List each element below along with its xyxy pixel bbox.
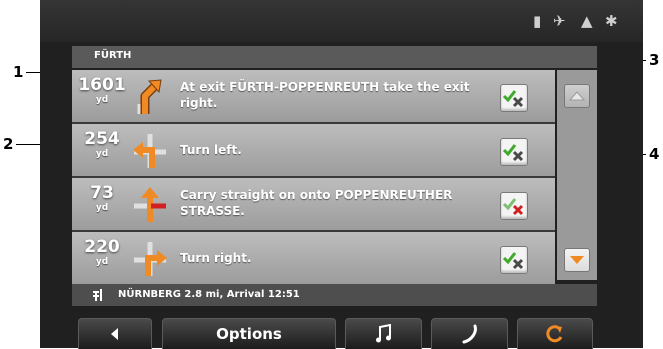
route-list-item[interactable]: 73 yd Carry straight on onto POPPENREUTH… (72, 178, 555, 232)
phone-icon (462, 324, 477, 344)
distance-unit: yd (95, 95, 109, 105)
music-button[interactable] (345, 318, 422, 349)
distance-value: 73 (90, 183, 114, 203)
maneuver-instruction: At exit FÜRTH-POPPENREUTH take the exit … (180, 80, 470, 110)
toggle-maneuver-button[interactable] (500, 246, 528, 274)
distance: 254 yd (72, 130, 132, 160)
navigation-screen: ▮ ✈ ▲ ✱ FÜRTH 1601 yd At exit FÜRTH-POPP… (40, 0, 643, 349)
straight-arrow-icon (134, 187, 166, 222)
header-city: FÜRTH (94, 50, 132, 61)
distance-value: 220 (84, 237, 120, 257)
scroll-up-button[interactable] (564, 84, 590, 108)
distance: 73 yd (72, 184, 132, 214)
callout-1: 1 (13, 63, 24, 81)
toggle-maneuver-button[interactable] (500, 84, 528, 112)
scroll-down-button[interactable] (564, 248, 590, 272)
turn-right-arrow-icon (134, 242, 167, 276)
destination-bar: NÜRNBERG 2.8 mi, Arrival 12:51 (72, 284, 597, 306)
exit-right-arrow-icon (137, 79, 162, 114)
chevron-up-icon (568, 91, 586, 101)
check-cross-icon (502, 90, 524, 108)
distance-unit: yd (95, 203, 109, 213)
check-cross-icon (502, 252, 524, 270)
phone-button[interactable] (431, 318, 508, 349)
options-button[interactable]: Options (162, 318, 336, 349)
scrollbar[interactable] (557, 70, 597, 280)
maneuver-instruction: Turn right. (180, 251, 252, 265)
distance: 1601 yd (72, 76, 132, 106)
check-cross-icon (502, 144, 524, 162)
distance-value: 1601 (78, 75, 126, 95)
route-list-item[interactable]: 220 yd Turn right. (72, 232, 555, 286)
toggle-maneuver-button[interactable] (500, 138, 528, 166)
distance-value: 254 (84, 129, 120, 149)
route-header: FÜRTH (72, 46, 597, 68)
chevron-down-icon (570, 256, 584, 264)
distance-unit: yd (95, 149, 109, 159)
distance: 220 yd (72, 238, 132, 268)
gps-icon: ✱ (605, 12, 618, 30)
destination-flag-icon (93, 289, 102, 301)
battery-icon: ▮ (533, 12, 542, 30)
turn-left-arrow-icon (133, 134, 166, 168)
tmc-icon: ✈ (553, 12, 566, 30)
refresh-button[interactable] (517, 318, 593, 349)
maneuver-instruction: Turn left. (180, 143, 242, 157)
callout-2: 2 (3, 135, 14, 153)
status-bar: ▮ ✈ ▲ ✱ (40, 0, 643, 42)
back-arrow-icon (111, 328, 118, 340)
route-list-item[interactable]: 1601 yd At exit FÜRTH-POPPENREUTH take t… (72, 70, 555, 124)
route-list-item[interactable]: 254 yd Turn left. (72, 124, 555, 178)
destination-info: NÜRNBERG 2.8 mi, Arrival 12:51 (118, 289, 300, 300)
check-cross-icon (502, 198, 524, 216)
maneuver-instruction: Carry straight on onto POPPENREUTHER STR… (180, 188, 453, 218)
distance-unit: yd (95, 257, 109, 267)
refresh-icon (546, 325, 563, 343)
callout-3: 3 (649, 51, 660, 69)
options-button-label: Options (216, 325, 282, 343)
back-button[interactable] (78, 318, 152, 349)
warning-icon: ▲ (581, 12, 593, 30)
callout-4: 4 (649, 145, 660, 163)
music-note-icon (375, 324, 391, 343)
toggle-maneuver-button[interactable] (500, 192, 528, 220)
